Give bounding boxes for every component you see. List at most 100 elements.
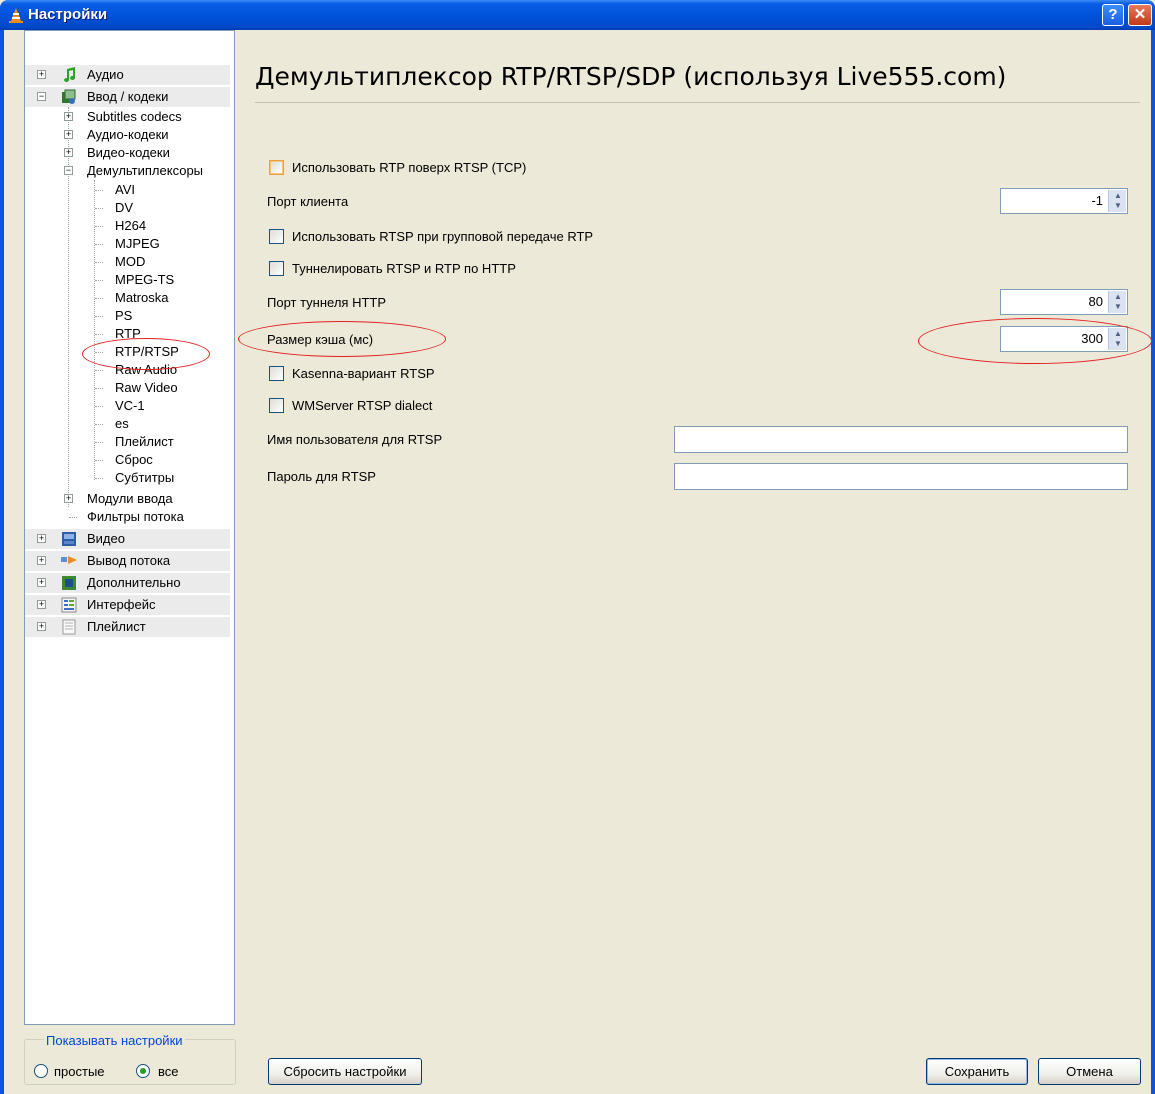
- tree-label: AVI: [115, 182, 135, 197]
- expand-icon[interactable]: +: [37, 534, 46, 543]
- tunnel-http-label: Туннелировать RTSP и RTP по HTTP: [292, 261, 516, 276]
- tree-connector: [95, 370, 103, 371]
- stream-output-icon: [61, 556, 77, 564]
- tree-label: VC-1: [115, 398, 145, 413]
- tree-item-interface[interactable]: + Интерфейс: [25, 595, 230, 615]
- tree-label: Subtitles codecs: [87, 109, 182, 124]
- panel-heading: Демультиплексор RTP/RTSP/SDP (используя …: [255, 62, 1007, 91]
- tree-connector: [95, 460, 103, 461]
- tree-label: H264: [115, 218, 147, 233]
- spin-down-icon[interactable]: ▼: [1114, 302, 1122, 311]
- tree-label: Плейлист: [87, 619, 146, 634]
- cancel-button[interactable]: Отмена: [1038, 1058, 1141, 1085]
- tree-connector: [95, 478, 103, 479]
- tree-connector: [95, 406, 103, 407]
- spin-down-icon[interactable]: ▼: [1114, 201, 1122, 210]
- title-bar[interactable]: Настройки ? ✕: [0, 0, 1155, 30]
- tree-label: Ввод / кодеки: [87, 89, 169, 104]
- tree-item-input-codecs[interactable]: − Ввод / кодеки: [25, 87, 230, 107]
- tree-label: MOD: [115, 254, 146, 269]
- expand-icon[interactable]: +: [37, 622, 46, 631]
- advanced-chip-icon: [62, 576, 76, 590]
- playlist-icon: [62, 619, 76, 635]
- client-port-spinbox[interactable]: -1 ▲ ▼: [1000, 188, 1128, 214]
- reset-settings-button[interactable]: Сбросить настройки: [268, 1058, 422, 1085]
- tree-connector: [95, 316, 103, 317]
- tree-connector: [95, 280, 103, 281]
- spin-arrows[interactable]: ▲ ▼: [1108, 328, 1126, 350]
- tree-connector: [95, 190, 103, 191]
- tree-connector: [95, 208, 103, 209]
- heading-divider: [255, 102, 1140, 103]
- tree-label: Фильтры потока: [87, 509, 184, 524]
- expand-icon[interactable]: +: [37, 578, 46, 587]
- expand-icon[interactable]: +: [64, 494, 73, 503]
- spin-up-icon[interactable]: ▲: [1114, 191, 1122, 200]
- wmserver-checkbox[interactable]: [269, 398, 284, 413]
- http-tunnel-port-value: 80: [1088, 294, 1103, 309]
- tree-connector: [95, 244, 103, 245]
- tree-label: Аудио-кодеки: [87, 127, 169, 142]
- vlc-cone-icon: [9, 8, 23, 23]
- tree-connector: [69, 517, 77, 518]
- video-icon: [62, 532, 76, 546]
- spin-arrows[interactable]: ▲ ▼: [1108, 190, 1126, 212]
- save-button[interactable]: Сохранить: [926, 1058, 1028, 1085]
- rtp-over-rtsp-checkbox[interactable]: [269, 160, 284, 175]
- kasenna-checkbox[interactable]: [269, 366, 284, 381]
- tree-label: Видео: [87, 531, 125, 546]
- spin-up-icon[interactable]: ▲: [1114, 329, 1122, 338]
- tree-label: MPEG-TS: [115, 272, 175, 287]
- input-codecs-icon: [62, 89, 76, 104]
- cache-size-spinbox[interactable]: 300 ▲ ▼: [1000, 326, 1128, 352]
- radio-simple[interactable]: [34, 1064, 48, 1078]
- tree-item-video[interactable]: + Видео: [25, 529, 230, 549]
- radio-all[interactable]: [136, 1064, 150, 1078]
- tree-label: Дополнительно: [87, 575, 181, 590]
- tree-item-playlist[interactable]: + Плейлист: [25, 617, 230, 637]
- tree-label: Плейлист: [115, 434, 174, 449]
- rtsp-multicast-checkbox[interactable]: [269, 229, 284, 244]
- help-button[interactable]: ?: [1102, 4, 1124, 26]
- settings-tree[interactable]: + Аудио − Ввод / кодеки + Subtitles code…: [24, 30, 235, 1025]
- tree-label: Видео-кодеки: [87, 145, 170, 160]
- radio-simple-label: простые: [54, 1064, 105, 1079]
- tree-item-stream-output[interactable]: + Вывод потока: [25, 551, 230, 571]
- spin-up-icon[interactable]: ▲: [1114, 292, 1122, 301]
- rtsp-password-input[interactable]: [674, 463, 1128, 490]
- tree-connector: [95, 226, 103, 227]
- collapse-icon[interactable]: −: [64, 166, 73, 175]
- tree-item-audio[interactable]: + Аудио: [25, 65, 230, 85]
- tree-label: Matroska: [115, 290, 169, 305]
- interface-icon: [61, 597, 77, 613]
- window-title: Настройки: [28, 6, 108, 23]
- spin-arrows[interactable]: ▲ ▼: [1108, 291, 1126, 313]
- tree-label: Интерфейс: [87, 597, 156, 612]
- tree-connector: [95, 442, 103, 443]
- music-note-icon: [64, 67, 75, 82]
- cache-size-value: 300: [1081, 331, 1103, 346]
- expand-icon[interactable]: +: [37, 556, 46, 565]
- tree-connector: [95, 424, 103, 425]
- tree-label: es: [115, 416, 129, 431]
- tunnel-http-checkbox[interactable]: [269, 261, 284, 276]
- tree-label: MJPEG: [115, 236, 160, 251]
- rtsp-user-input[interactable]: [674, 426, 1128, 453]
- tree-item-advanced[interactable]: + Дополнительно: [25, 573, 230, 593]
- spin-down-icon[interactable]: ▼: [1114, 339, 1122, 348]
- expand-icon[interactable]: +: [64, 130, 73, 139]
- tree-label: Субтитры: [115, 470, 175, 485]
- close-button[interactable]: ✕: [1128, 4, 1152, 26]
- rtsp-password-label: Пароль для RTSP: [267, 469, 376, 484]
- rtsp-user-label: Имя пользователя для RTSP: [267, 432, 443, 447]
- client-port-label: Порт клиента: [267, 194, 349, 209]
- expand-icon[interactable]: +: [37, 70, 46, 79]
- tree-connector: [95, 262, 103, 263]
- expand-icon[interactable]: +: [37, 600, 46, 609]
- rtp-over-rtsp-label: Использовать RTP поверх RTSP (TCP): [292, 160, 527, 175]
- expand-icon[interactable]: +: [64, 148, 73, 157]
- http-tunnel-port-spinbox[interactable]: 80 ▲ ▼: [1000, 289, 1128, 315]
- collapse-icon[interactable]: −: [37, 92, 46, 101]
- tree-label: Raw Video: [115, 380, 178, 395]
- expand-icon[interactable]: +: [64, 112, 73, 121]
